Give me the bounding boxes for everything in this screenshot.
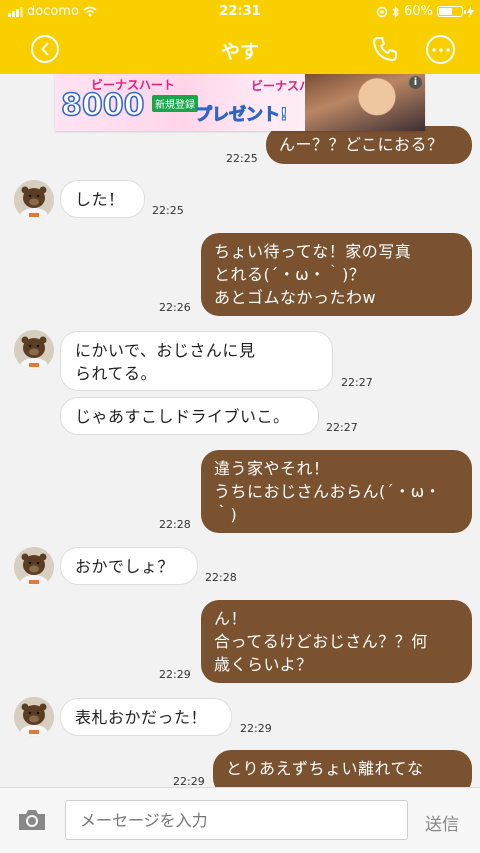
message-time: 22:27	[326, 421, 358, 434]
phone-icon	[373, 37, 397, 61]
message-bubble-incoming: 表札おかだった！	[60, 698, 232, 736]
avatar[interactable]	[14, 697, 54, 737]
call-button[interactable]	[371, 35, 399, 63]
message-bubble-incoming: じゃあすこしドライブいこ。	[60, 397, 319, 435]
more-icon	[431, 47, 450, 52]
battery-percent: 60%	[404, 4, 433, 19]
message-time: 22:28	[159, 518, 191, 531]
ad-amount: 8000	[60, 87, 145, 124]
message-bubble-outgoing: とりあえずちょい離れてな	[213, 750, 472, 787]
message-input[interactable]	[65, 800, 408, 840]
chat-area[interactable]: んー？？どこにおる？ 22:25 ビーナスハート 8000 新規登録 プレゼント…	[0, 74, 480, 787]
message-time: 22:29	[240, 722, 272, 735]
ad-banner[interactable]: ビーナスハート 8000 新規登録 プレゼント! ビーナスハート i	[55, 74, 425, 131]
ad-info-icon[interactable]: i	[409, 76, 422, 89]
status-bar: docomo 22:31 60%	[0, 0, 480, 24]
message-time: 22:25	[226, 152, 258, 165]
chat-header: やす	[0, 24, 480, 74]
message-bubble-incoming: した！	[60, 180, 145, 218]
message-bubble-outgoing: ちょい待ってな！家の写真 とれる(´・ω・｀)？ あとゴムなかったわw	[201, 233, 472, 316]
avatar[interactable]	[14, 180, 54, 220]
chat-title: やす	[220, 41, 259, 63]
message-bubble-outgoing: 違う家やそれ！ うちにおじさんおらん(´・ω・ ｀)	[201, 450, 472, 533]
orientation-lock-icon	[376, 6, 388, 17]
avatar[interactable]	[14, 547, 54, 587]
message-input-bar: 送信	[0, 787, 480, 853]
bluetooth-icon	[392, 5, 400, 18]
message-bubble-outgoing: んー？？どこにおる？	[266, 126, 472, 164]
avatar[interactable]	[14, 330, 54, 370]
message-time: 22:25	[152, 204, 184, 217]
message-bubble-incoming: にかいで、おじさんに見 られてる。	[60, 331, 333, 391]
camera-button[interactable]	[17, 808, 47, 832]
avatar-bear-icon	[14, 180, 54, 220]
message-time: 22:29	[173, 775, 205, 787]
ad-present-text: プレゼント!	[195, 105, 289, 126]
message-bubble-outgoing: ん！ 合ってるけどおじさん？？何 歳くらいよ？	[201, 600, 472, 683]
message-time: 22:27	[341, 376, 373, 389]
ad-badge: 新規登録	[152, 95, 198, 112]
avatar-bear-icon	[14, 697, 54, 737]
message-time: 22:26	[159, 301, 191, 314]
send-button[interactable]: 送信	[425, 810, 459, 835]
more-button[interactable]	[426, 35, 455, 64]
message-bubble-incoming: おかでしょ？	[60, 547, 198, 585]
avatar-bear-icon	[14, 547, 54, 587]
avatar-bear-icon	[14, 330, 54, 370]
camera-icon	[19, 810, 45, 830]
message-time: 22:29	[159, 668, 191, 681]
charging-icon	[467, 5, 474, 18]
message-time: 22:28	[205, 571, 237, 584]
battery-icon	[437, 6, 466, 17]
ad-image	[305, 74, 425, 131]
